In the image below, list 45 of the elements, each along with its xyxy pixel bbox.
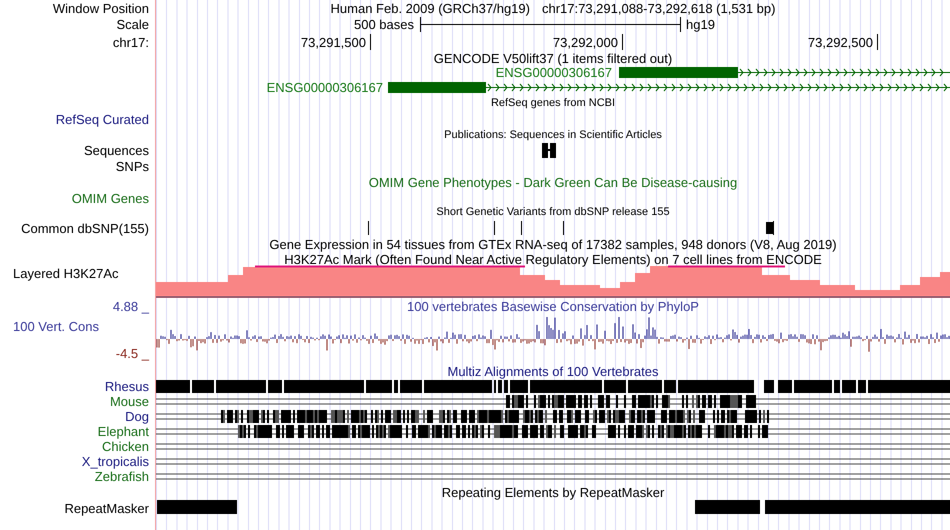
track-label[interactable]: Sequences: [84, 143, 149, 158]
gene-label[interactable]: ENSG00000306167: [496, 65, 612, 80]
track-label[interactable]: Scale: [116, 17, 149, 32]
track-title: Multiz Alignments of 100 Vertebrates: [447, 364, 658, 379]
scale-assembly: hg19: [686, 17, 715, 32]
track-label[interactable]: Elephant: [98, 424, 149, 439]
track-label[interactable]: Mouse: [110, 394, 149, 409]
ruler-tick-label: 73,292,500: [808, 35, 873, 50]
track-label[interactable]: SNPs: [116, 158, 149, 174]
gene-exon[interactable]: [388, 82, 486, 93]
track-label[interactable]: 100 Vert. Cons: [0, 319, 149, 334]
track-label[interactable]: RepeatMasker: [64, 500, 149, 516]
ruler-tick-label: 73,291,500: [300, 35, 366, 50]
ruler-tick: [877, 34, 878, 50]
track-label[interactable]: chr17:: [112, 34, 149, 50]
track-label[interactable]: Dog: [125, 409, 149, 424]
track-label[interactable]: Rhesus: [104, 379, 149, 394]
axis-min-label: -4.5 _: [116, 346, 149, 361]
track-title: GENCODE V50lift37 (1 items filtered out): [434, 50, 672, 66]
track-label[interactable]: Chicken: [102, 439, 149, 454]
track-label[interactable]: Common dbSNP(155): [21, 220, 149, 236]
ruler-tick: [622, 34, 623, 50]
track-label[interactable]: 4.88 _: [112, 298, 149, 314]
scale-length: 500 bases: [354, 17, 414, 32]
ruler-tick-label: 73,292,000: [552, 35, 618, 50]
assembly-name: Human Feb. 2009 (GRCh37/hg19): [330, 0, 530, 16]
track-label[interactable]: Zebrafish: [94, 469, 149, 484]
gene-exon[interactable]: [619, 67, 738, 78]
track-title: Gene Expression in 54 tissues from GTEx RNA-seq of 17382 samples, 948 donors (V8, Aug 2019): [269, 236, 837, 252]
track-title: H3K27Ac Mark (Often Found Near Active Regulatory Elements) on 7 cell lines from ENCODE: [284, 252, 822, 267]
track-title: 100 vertebrates Basewise Conservation by PhyloP: [407, 298, 699, 314]
track-label[interactable]: X_tropicalis: [82, 454, 149, 469]
track-title: Publications: Sequences in Scientific Articles: [444, 128, 662, 142]
track-title: RefSeq genes from NCBI: [490, 96, 616, 110]
track-title: Repeating Elements by RepeatMasker: [442, 484, 664, 500]
track-label[interactable]: Window Position: [52, 0, 149, 16]
track-title: OMIM Gene Phenotypes - Dark Green Can Be Disease-causing: [368, 175, 738, 190]
position-range: chr17:73,291,088-73,292,618 (1,531 bp): [542, 0, 776, 16]
track-label[interactable]: OMIM Genes: [72, 190, 149, 206]
track-label[interactable]: Layered H3K27Ac: [13, 266, 119, 281]
ruler-tick: [370, 34, 371, 50]
track-title: Short Genetic Variants from dbSNP release 155: [436, 205, 670, 220]
publication-block-icon: [542, 143, 556, 158]
gene-label[interactable]: ENSG00000306167: [266, 80, 383, 95]
track-label[interactable]: RefSeq Curated: [56, 112, 149, 126]
